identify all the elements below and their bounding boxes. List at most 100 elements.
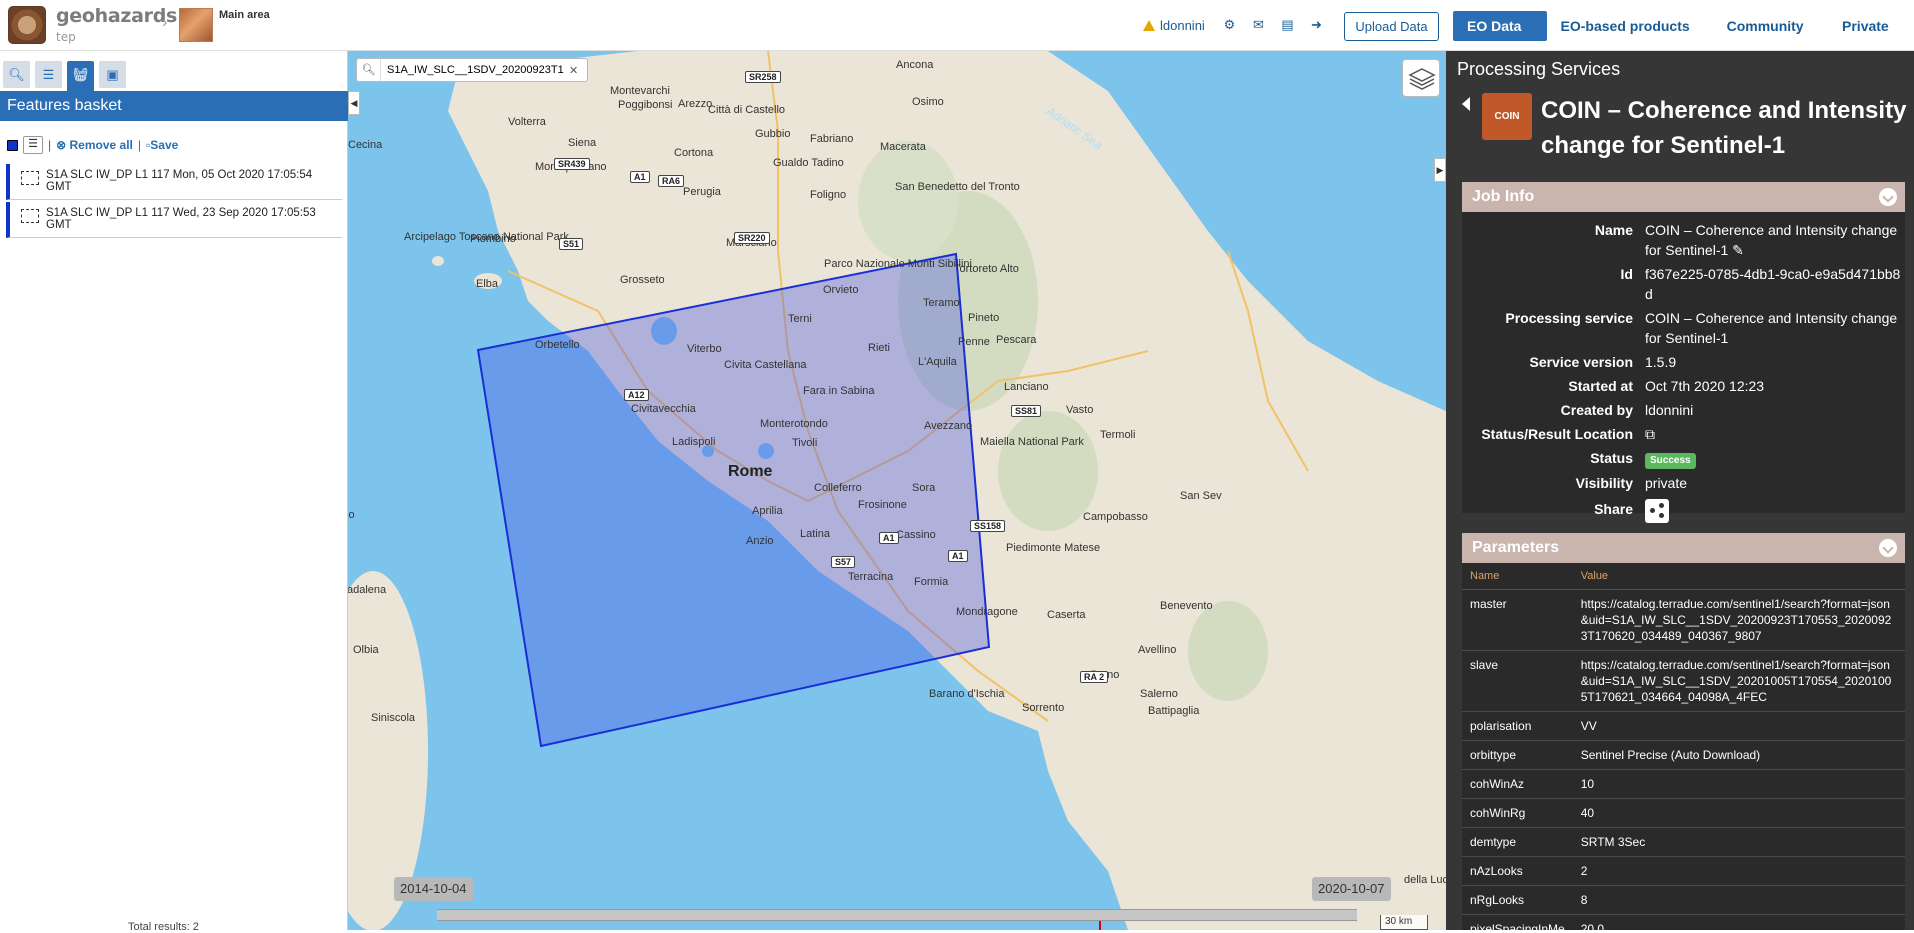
map-label: Salerno — [1140, 688, 1178, 700]
chevron-down-icon[interactable] — [1879, 539, 1897, 557]
share-value — [1645, 499, 1905, 528]
geohazards-logo[interactable] — [8, 6, 46, 44]
search-input[interactable] — [381, 64, 569, 76]
map-label: Fabriano — [810, 133, 854, 145]
map-label: Grosseto — [620, 274, 665, 286]
map-label: Ladispoli — [672, 436, 716, 448]
remove-all-label: Remove all — [69, 138, 133, 152]
upload-data-button[interactable]: Upload Data — [1344, 12, 1439, 41]
panel-title: Processing Services — [1457, 59, 1621, 79]
map-label: Civita Castellana — [724, 359, 807, 371]
param-value: https://catalog.terradue.com/sentinel1/s… — [1572, 650, 1905, 712]
map-label: L'Aquila — [918, 356, 957, 368]
param-name: nAzLooks — [1462, 856, 1573, 886]
map-label: Terracina — [848, 571, 894, 583]
timeline-slider[interactable] — [437, 909, 1357, 921]
table-row: polarisation VV — [1462, 711, 1905, 741]
road-shield: SR220 — [734, 232, 770, 244]
list-item[interactable]: S1A SLC IW_DP L1 117 Wed, 23 Sep 2020 17… — [6, 202, 342, 238]
nav-eo-data[interactable]: EO Data — [1453, 11, 1547, 60]
close-icon[interactable]: ✕ — [569, 64, 578, 77]
timeline-end-date[interactable]: 2020-10-07 — [1312, 877, 1391, 901]
param-value: SRTM 3Sec — [1572, 827, 1905, 857]
archive-icon: ▣ — [106, 67, 119, 82]
archive-tab[interactable]: ▣ — [99, 61, 126, 88]
footprint-polygon[interactable] — [476, 252, 991, 748]
table-row: cohWinAz 10 — [1462, 769, 1905, 799]
created-by-value: ldonnini — [1645, 402, 1694, 418]
table-row: master https://catalog.terradue.com/senti… — [1462, 589, 1905, 651]
label: Service version — [1529, 354, 1633, 370]
map-label: Monterotondo — [760, 418, 828, 430]
timeline-start-date[interactable]: 2014-10-04 — [394, 877, 473, 901]
brand-name[interactable]: geohazards — [56, 5, 177, 27]
save-button[interactable]: ▫Save — [146, 138, 178, 152]
map-label: Vasto — [1066, 404, 1094, 416]
nav-private-label: Private — [1842, 18, 1889, 34]
left-panel: 🔍︎ ☰ 🧺︎ ▣ Features basket ☰ | ⊗ Remove a… — [0, 51, 348, 933]
layers-button[interactable] — [1402, 59, 1440, 97]
label: Visibility — [1575, 475, 1633, 491]
started-at-value: Oct 7th 2020 12:23 — [1645, 378, 1765, 394]
map-label: Sora — [912, 482, 936, 494]
map-label: Pineto — [968, 312, 1000, 324]
remove-all-button[interactable]: ⊗ Remove all — [56, 138, 133, 152]
list-tab[interactable]: ☰ — [35, 61, 62, 88]
external-link-icon[interactable]: ⧉ — [1645, 424, 1905, 444]
map-label: Maiella National Park — [980, 436, 1084, 448]
share-icon[interactable] — [1645, 499, 1669, 523]
envelope-icon[interactable]: ✉ — [1251, 17, 1266, 32]
select-all-checkbox[interactable] — [7, 139, 18, 151]
job-info-header[interactable]: Job Info — [1462, 182, 1905, 212]
map-label: Teramo — [923, 297, 960, 309]
map-label: Montevarchi — [610, 85, 670, 97]
param-value: 10 — [1572, 769, 1905, 799]
book-icon[interactable]: ▤ — [1280, 17, 1295, 32]
map-label: Barano d'Ischia — [929, 688, 1005, 700]
basket-menu-button[interactable]: ☰ — [23, 136, 43, 154]
list-item-label: S1A SLC IW_DP L1 117 Wed, 23 Sep 2020 17… — [46, 207, 316, 231]
layers-icon — [1408, 68, 1436, 90]
area-label[interactable]: Main area — [219, 9, 270, 21]
job-info-box: Job Info Name COIN – Coherence and Intens… — [1462, 182, 1905, 523]
right-panel: Processing Services COIN COIN – Coherenc… — [1446, 51, 1914, 930]
collapse-left-button[interactable]: ◀ — [348, 91, 360, 115]
label: Processing service — [1505, 310, 1633, 326]
top-bar: geohazards tep › Main area ldonnini ⚙ ✉ … — [0, 0, 1914, 60]
sign-out-icon[interactable]: ➜ — [1309, 17, 1324, 32]
user-menu[interactable]: ldonnini — [1143, 18, 1205, 33]
road-shield: A1 — [630, 171, 650, 183]
map-label: Macerata — [880, 141, 926, 153]
search-icon[interactable]: 🔍︎ — [357, 59, 381, 81]
username[interactable]: ldonnini — [1160, 18, 1205, 33]
map-view[interactable]: Ancona Adriatic Sea Osimo Arezzo Città d… — [348, 51, 1446, 930]
pencil-icon[interactable]: ✎ — [1732, 242, 1744, 258]
area-thumbnail[interactable] — [179, 8, 213, 42]
map-label: Tortoreto Alto — [954, 263, 1019, 275]
map-label: Sorrento — [1022, 702, 1065, 714]
back-icon[interactable] — [1462, 97, 1470, 111]
parameters-title: Parameters — [1472, 539, 1560, 556]
nav-eo-based-products[interactable]: EO-based products — [1547, 11, 1713, 60]
param-name: demtype — [1462, 827, 1573, 857]
basket-list: S1A SLC IW_DP L1 117 Mon, 05 Oct 2020 17… — [6, 164, 342, 240]
table-header-row: Name Value — [1462, 563, 1905, 590]
list-item[interactable]: S1A SLC IW_DP L1 117 Mon, 05 Oct 2020 17… — [6, 164, 342, 200]
job-info-list: Name COIN – Coherence and Intensity chang… — [1462, 220, 1905, 532]
search-tab[interactable]: 🔍︎ — [3, 61, 30, 88]
chevron-down-icon[interactable] — [1879, 188, 1897, 206]
basket-toolbar: ☰ | ⊗ Remove all | ▫Save — [7, 136, 178, 154]
nav-private[interactable]: Private — [1828, 11, 1914, 60]
road-shield: S57 — [831, 556, 856, 568]
param-value: 2 — [1572, 856, 1905, 886]
parameters-header[interactable]: Parameters — [1462, 533, 1905, 563]
gear-icon[interactable]: ⚙ — [1222, 17, 1237, 32]
map-label: Pescara — [996, 334, 1037, 346]
map-label: Fara in Sabina — [803, 385, 875, 397]
collapse-right-button[interactable]: ▶ — [1434, 158, 1446, 182]
footprint-icon — [21, 209, 39, 223]
nav-community[interactable]: Community — [1713, 11, 1828, 60]
status-value: Success — [1645, 448, 1905, 469]
road-shield: SR258 — [745, 71, 781, 83]
map-label: Cecina — [348, 139, 383, 151]
